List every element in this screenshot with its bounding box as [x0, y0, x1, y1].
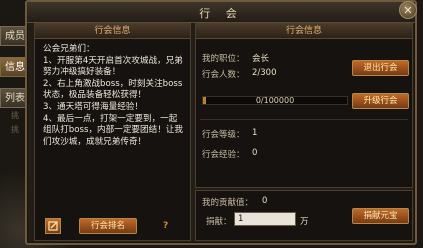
donate-gold-button[interactable]: 捐献元宝: [352, 208, 409, 224]
leave-guild-button[interactable]: 退出行会: [352, 60, 409, 76]
help-icon[interactable]: ?: [163, 221, 172, 231]
window-title: 行 会: [199, 7, 243, 20]
donation-panel: 我的贡献值： 0 捐献： 1 万 捐献元宝: [195, 190, 413, 241]
close-button[interactable]: ✕: [399, 1, 417, 19]
donate-label: 捐献：: [206, 217, 232, 227]
guild-rank-button[interactable]: 行会排名: [79, 218, 137, 234]
divider: [200, 119, 408, 120]
notice-panel-header: 行会信息: [35, 24, 190, 39]
contribution-label: 我的贡献值：: [202, 198, 254, 208]
upgrade-guild-button[interactable]: 升级行会: [352, 93, 409, 109]
guild-window: 行 会 ✕ 行会信息 公会兄弟们： 1、开服第4天开启首次攻城战，兄弟努力冲级搞…: [25, 0, 417, 245]
guild-info-header: 行会信息: [196, 24, 412, 39]
my-position-label: 我的职位：: [202, 54, 245, 64]
my-position-value: 会长: [252, 54, 270, 64]
guild-exp-bar-text: 0/100000: [255, 96, 295, 105]
edit-icon[interactable]: [45, 218, 61, 234]
guild-level-value: 1: [252, 128, 258, 138]
donate-unit: 万: [300, 217, 309, 227]
guild-notice-text: 公会兄弟们： 1、开服第4天开启首次攻城战，兄弟努力冲级搞好装备！ 2、右上角激…: [43, 44, 183, 147]
guild-level-label: 行会等级：: [202, 130, 245, 140]
guild-exp-value: 0: [252, 148, 258, 158]
donate-amount-input[interactable]: 1: [234, 212, 296, 226]
guild-info-panel: 行会信息 我的职位： 会长 行会人数： 2/300 退出行会 0/100000 …: [195, 23, 413, 188]
contribution-value: 0: [262, 196, 268, 206]
members-label: 行会人数：: [202, 70, 245, 80]
notice-panel: 行会信息 公会兄弟们： 1、开服第4天开启首次攻城战，兄弟努力冲级搞好装备！ 2…: [34, 23, 191, 241]
edit-icon-glyph: [48, 221, 58, 231]
guild-exp-bar: 0/100000: [202, 96, 348, 105]
guild-exp-label: 行会经验：: [202, 150, 245, 160]
members-value: 2/300: [252, 68, 277, 78]
title-bar: 行 会: [27, 2, 415, 23]
